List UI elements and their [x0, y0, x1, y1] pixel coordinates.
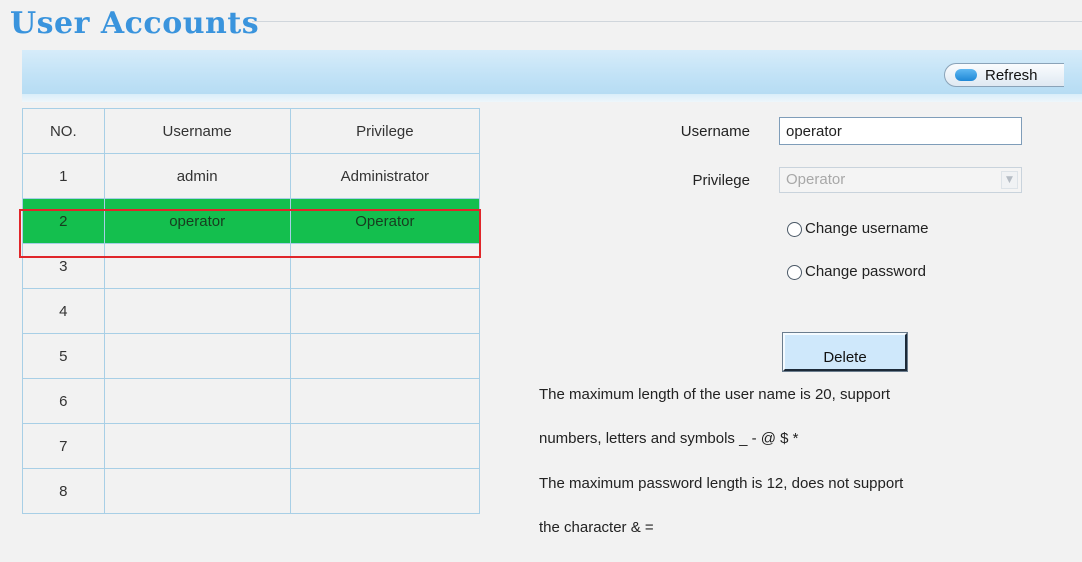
row-username — [103, 333, 291, 379]
row-number: 6 — [22, 378, 105, 424]
user-accounts-table: NO. Username Privilege 1 admin Administr… — [22, 108, 481, 514]
refresh-icon — [955, 69, 977, 81]
row-username — [103, 288, 291, 334]
table-row[interactable]: 7 — [22, 423, 481, 469]
row-number: 5 — [22, 333, 105, 379]
privilege-label: Privilege — [692, 172, 750, 189]
change-password-label: Change password — [805, 263, 926, 280]
row-privilege — [289, 378, 481, 424]
change-username-radio[interactable] — [787, 222, 802, 237]
row-number: 3 — [22, 243, 105, 289]
column-header-no: NO. — [22, 108, 105, 154]
row-privilege — [289, 288, 481, 334]
username-input[interactable] — [779, 117, 1022, 145]
refresh-button[interactable]: Refresh — [944, 63, 1064, 87]
change-password-radio[interactable] — [787, 265, 802, 280]
username-label: Username — [680, 123, 750, 140]
table-row-selected[interactable]: 2 operator Operator — [22, 198, 481, 244]
row-username — [103, 378, 291, 424]
password-rule-note-cont: the character & = — [539, 519, 654, 536]
table-row[interactable]: 3 — [22, 243, 481, 289]
table-row[interactable]: 1 admin Administrator — [22, 153, 481, 199]
change-username-label: Change username — [805, 220, 929, 237]
row-privilege — [289, 423, 481, 469]
row-username: admin — [103, 153, 291, 199]
refresh-label: Refresh — [985, 67, 1038, 84]
row-number: 2 — [22, 198, 105, 244]
column-header-privilege: Privilege — [289, 108, 481, 154]
row-number: 1 — [22, 153, 105, 199]
row-username — [103, 468, 291, 514]
delete-button[interactable]: Delete — [782, 332, 908, 372]
row-privilege: Operator — [289, 198, 481, 244]
username-rule-note-cont: numbers, letters and symbols _ - @ $ * — [539, 430, 799, 447]
row-username: operator — [103, 198, 291, 244]
row-privilege — [289, 243, 481, 289]
row-privilege — [289, 468, 481, 514]
chevron-down-icon: ▼ — [1001, 171, 1018, 189]
page-title: User Accounts — [10, 6, 260, 41]
username-rule-note: The maximum length of the user name is 2… — [539, 386, 891, 403]
password-rule-note: The maximum password length is 12, does … — [539, 475, 904, 492]
column-header-username: Username — [103, 108, 291, 154]
row-number: 8 — [22, 468, 105, 514]
row-privilege: Administrator — [289, 153, 481, 199]
privilege-select-value: Operator — [786, 171, 846, 188]
row-username — [103, 243, 291, 289]
toolbar — [22, 50, 1082, 94]
table-header-row: NO. Username Privilege — [22, 108, 481, 154]
table-row[interactable]: 4 — [22, 288, 481, 334]
user-accounts-page: User Accounts Refresh NO. Username Privi… — [0, 0, 1082, 562]
privilege-select[interactable]: Operator ▼ — [779, 167, 1022, 193]
title-divider — [252, 21, 1082, 22]
table-row[interactable]: 8 — [22, 468, 481, 514]
row-number: 4 — [22, 288, 105, 334]
table-row[interactable]: 6 — [22, 378, 481, 424]
toolbar-shadow — [22, 94, 1082, 102]
delete-label: Delete — [823, 349, 867, 366]
table-row[interactable]: 5 — [22, 333, 481, 379]
row-username — [103, 423, 291, 469]
row-privilege — [289, 333, 481, 379]
row-number: 7 — [22, 423, 105, 469]
